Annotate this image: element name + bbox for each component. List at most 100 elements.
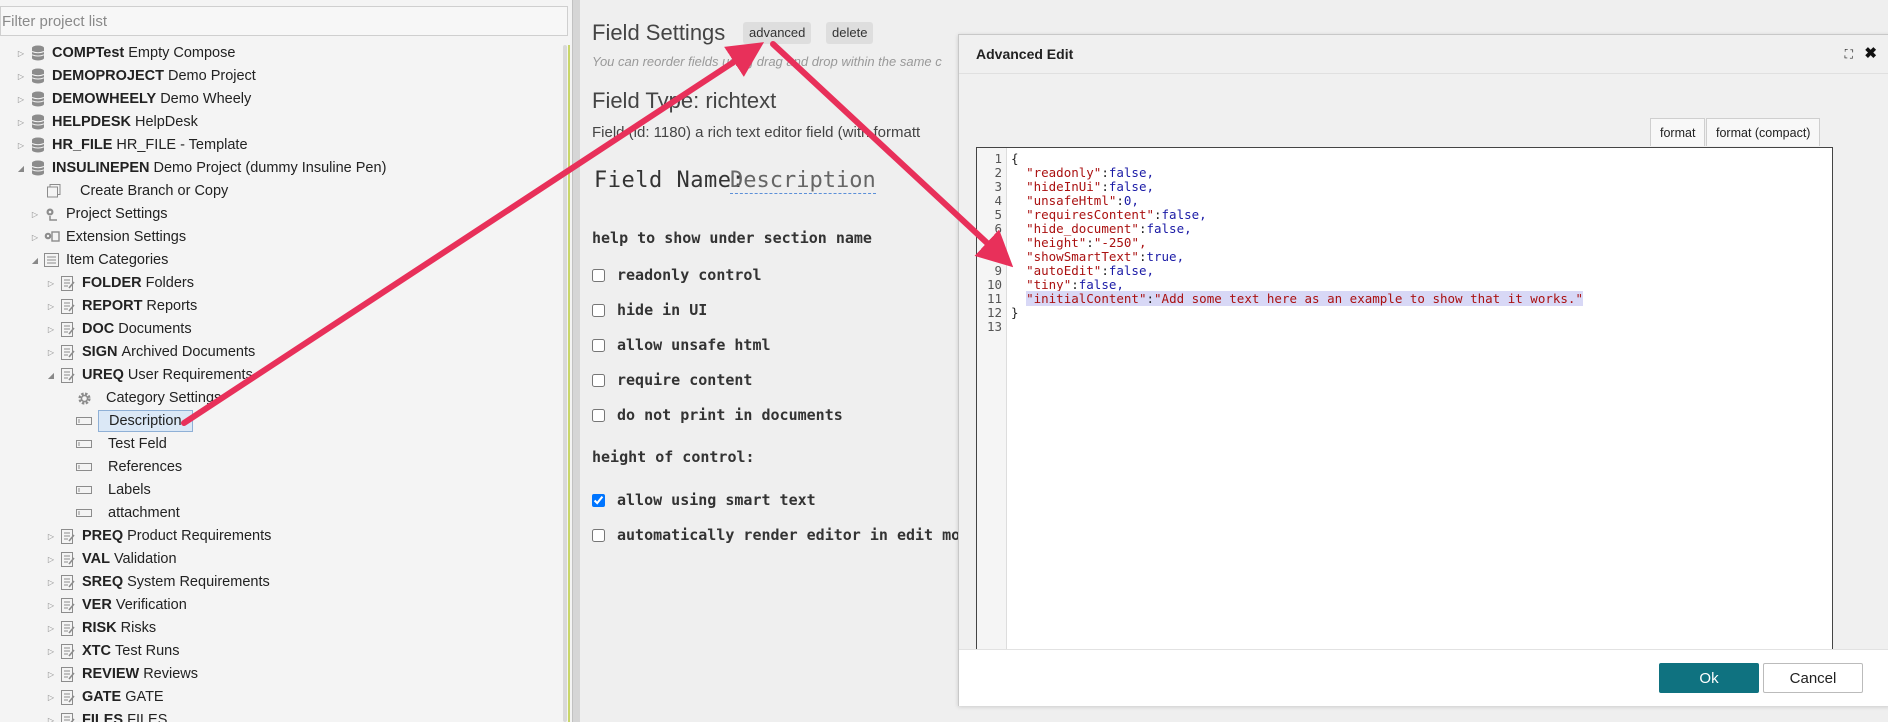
tree-item-ver[interactable]: ▷ VER Verification [46, 594, 187, 616]
smart-text-option[interactable]: allow using smart text [592, 491, 816, 509]
tree-item-category-settings[interactable]: Category Settings [72, 387, 221, 409]
category-name: Folders [145, 275, 194, 291]
field-name-value[interactable]: Description [730, 168, 876, 194]
selected-text: "initialContent":"Add some text here as … [1026, 291, 1583, 306]
tree-item-comptest[interactable]: ▷ COMPTest Empty Compose [16, 42, 236, 64]
tree-item-review[interactable]: ▷ REVIEW Reviews [46, 663, 198, 685]
json-editor[interactable]: 1 2 3 4 5 6 7 8 9 10 11 12 13 { "readonl… [976, 147, 1833, 673]
collapse-toggle-icon[interactable]: ◢ [46, 371, 56, 380]
tree-item-create-branch[interactable]: Create Branch or Copy [42, 180, 228, 202]
panel-splitter[interactable] [572, 0, 580, 722]
tree-item-attachment[interactable]: attachment [72, 502, 180, 524]
expand-toggle-icon[interactable]: ▷ [46, 670, 56, 679]
expand-toggle-icon[interactable]: ▷ [46, 578, 56, 587]
line-number: 6 [994, 221, 1002, 236]
project-tree-panel: ▷ COMPTest Empty Compose ▷ DEMOPROJECT D… [0, 0, 572, 722]
expand-toggle-icon[interactable]: ▷ [16, 49, 26, 58]
expand-toggle-icon[interactable]: ▷ [46, 279, 56, 288]
require-content-option[interactable]: require content [592, 371, 752, 389]
tree-item-labels[interactable]: Labels [72, 479, 151, 501]
tree-item-demowheely[interactable]: ▷ DEMOWHEELY Demo Wheely [16, 88, 251, 110]
tree-item-project-settings[interactable]: ▷ Project Settings [30, 203, 168, 225]
auto-render-checkbox[interactable] [592, 528, 605, 542]
delete-button[interactable]: delete [826, 22, 874, 44]
categories-icon [44, 252, 60, 268]
height-heading[interactable]: height of control: [592, 448, 755, 466]
unsafe-html-option[interactable]: allow unsafe html [592, 336, 771, 354]
tree-item-doc[interactable]: ▷ DOC Documents [46, 318, 192, 340]
tree-item-description[interactable]: Description [72, 410, 193, 432]
smart-text-checkbox[interactable] [592, 493, 605, 507]
tree-item-risk[interactable]: ▷ RISK Risks [46, 617, 156, 639]
tree-item-ureq[interactable]: ◢ UREQ User Requirements [46, 364, 253, 386]
readonly-checkbox[interactable] [592, 268, 605, 282]
format-button[interactable]: format [1650, 118, 1706, 146]
line-number: 8 [994, 249, 1002, 264]
collapse-toggle-icon[interactable]: ◢ [16, 164, 26, 173]
json-value: 0, [1123, 193, 1139, 208]
ok-button[interactable]: Ok [1659, 663, 1759, 693]
category-code: SREQ [82, 574, 124, 590]
expand-toggle-icon[interactable]: ▷ [46, 716, 56, 722]
expand-toggle-icon[interactable]: ▷ [30, 233, 40, 242]
readonly-option[interactable]: readonly control [592, 266, 762, 284]
expand-toggle-icon[interactable]: ▷ [46, 555, 56, 564]
tree-item-references[interactable]: References [72, 456, 182, 478]
expand-toggle-icon[interactable]: ▷ [46, 302, 56, 311]
tree-item-gate[interactable]: ▷ GATE GATE [46, 686, 164, 708]
no-print-option[interactable]: do not print in documents [592, 406, 843, 424]
tree-item-sreq[interactable]: ▷ SREQ System Requirements [46, 571, 270, 593]
hide-in-ui-option[interactable]: hide in UI [592, 301, 707, 319]
unsafe-html-checkbox[interactable] [592, 338, 605, 352]
tree-item-extension-settings[interactable]: ▷ Extension Settings [30, 226, 186, 248]
tree-item-demoproject[interactable]: ▷ DEMOPROJECT Demo Project [16, 65, 256, 87]
tree-item-val[interactable]: ▷ VAL Validation [46, 548, 177, 570]
category-code: REPORT [82, 298, 143, 314]
line-number: 12 [986, 305, 1002, 320]
tree-item-item-categories[interactable]: ◢ Item Categories [30, 249, 168, 271]
format-compact-button[interactable]: format (compact) [1706, 118, 1821, 146]
expand-toggle-icon[interactable]: ▷ [46, 624, 56, 633]
code-line: "requiresContent":false, [1026, 207, 1207, 222]
tree-item-test-feld[interactable]: Test Feld [72, 433, 167, 455]
tree-item-report[interactable]: ▷ REPORT Reports [46, 295, 197, 317]
filter-project-input[interactable] [0, 6, 568, 36]
tree-item-helpdesk[interactable]: ▷ HELPDESK HelpDesk [16, 111, 198, 133]
expand-toggle-icon[interactable]: ▷ [16, 118, 26, 127]
expand-toggle-icon[interactable]: ▷ [46, 348, 56, 357]
expand-toggle-icon[interactable]: ▷ [16, 72, 26, 81]
tree-item-preq[interactable]: ▷ PREQ Product Requirements [46, 525, 271, 547]
expand-toggle-icon[interactable]: ▷ [30, 210, 40, 219]
expand-toggle-icon[interactable]: ▷ [16, 141, 26, 150]
expand-toggle-icon[interactable]: ▷ [46, 601, 56, 610]
expand-toggle-icon[interactable]: ▷ [46, 325, 56, 334]
expand-toggle-icon[interactable]: ▷ [46, 647, 56, 656]
project-code: COMPTest [52, 45, 125, 61]
no-print-checkbox[interactable] [592, 408, 605, 422]
tree-item-hr-file[interactable]: ▷ HR_FILE HR_FILE - Template [16, 134, 248, 156]
collapse-toggle-icon[interactable]: ◢ [30, 256, 40, 265]
expand-toggle-icon[interactable]: ▷ [46, 693, 56, 702]
tree-item-insulinepen[interactable]: ◢ INSULINEPEN Demo Project (dummy Insuli… [16, 157, 386, 179]
dialog-header[interactable]: Advanced Edit ⛶ ✖ [959, 35, 1888, 74]
category-name: Test Runs [115, 643, 180, 659]
close-icon[interactable]: ✖ [1864, 44, 1877, 62]
auto-render-option[interactable]: automatically render editor in edit mode [592, 526, 978, 544]
tree-scrollbar[interactable] [563, 45, 567, 722]
tree-item-folder[interactable]: ▷ FOLDER Folders [46, 272, 194, 294]
tree-item-files[interactable]: ▷ FILES FILES [46, 709, 167, 722]
cancel-button[interactable]: Cancel [1763, 663, 1863, 693]
expand-toggle-icon[interactable]: ▷ [16, 95, 26, 104]
category-name: Risks [120, 620, 157, 636]
help-text-heading[interactable]: help to show under section name [592, 229, 872, 247]
hide-in-ui-label: hide in UI [617, 301, 708, 319]
expand-toggle-icon[interactable]: ▷ [46, 532, 56, 541]
require-content-checkbox[interactable] [592, 373, 605, 387]
maximize-icon[interactable]: ⛶ [1845, 47, 1853, 62]
advanced-button[interactable]: advanced [743, 22, 812, 44]
tree-item-sign[interactable]: ▷ SIGN Archived Documents [46, 341, 255, 363]
tree-item-xtc[interactable]: ▷ XTC Test Runs [46, 640, 180, 662]
hide-in-ui-checkbox[interactable] [592, 303, 605, 317]
document-edit-icon [60, 551, 76, 567]
project-name: Demo Project (dummy Insuline Pen) [153, 160, 387, 176]
